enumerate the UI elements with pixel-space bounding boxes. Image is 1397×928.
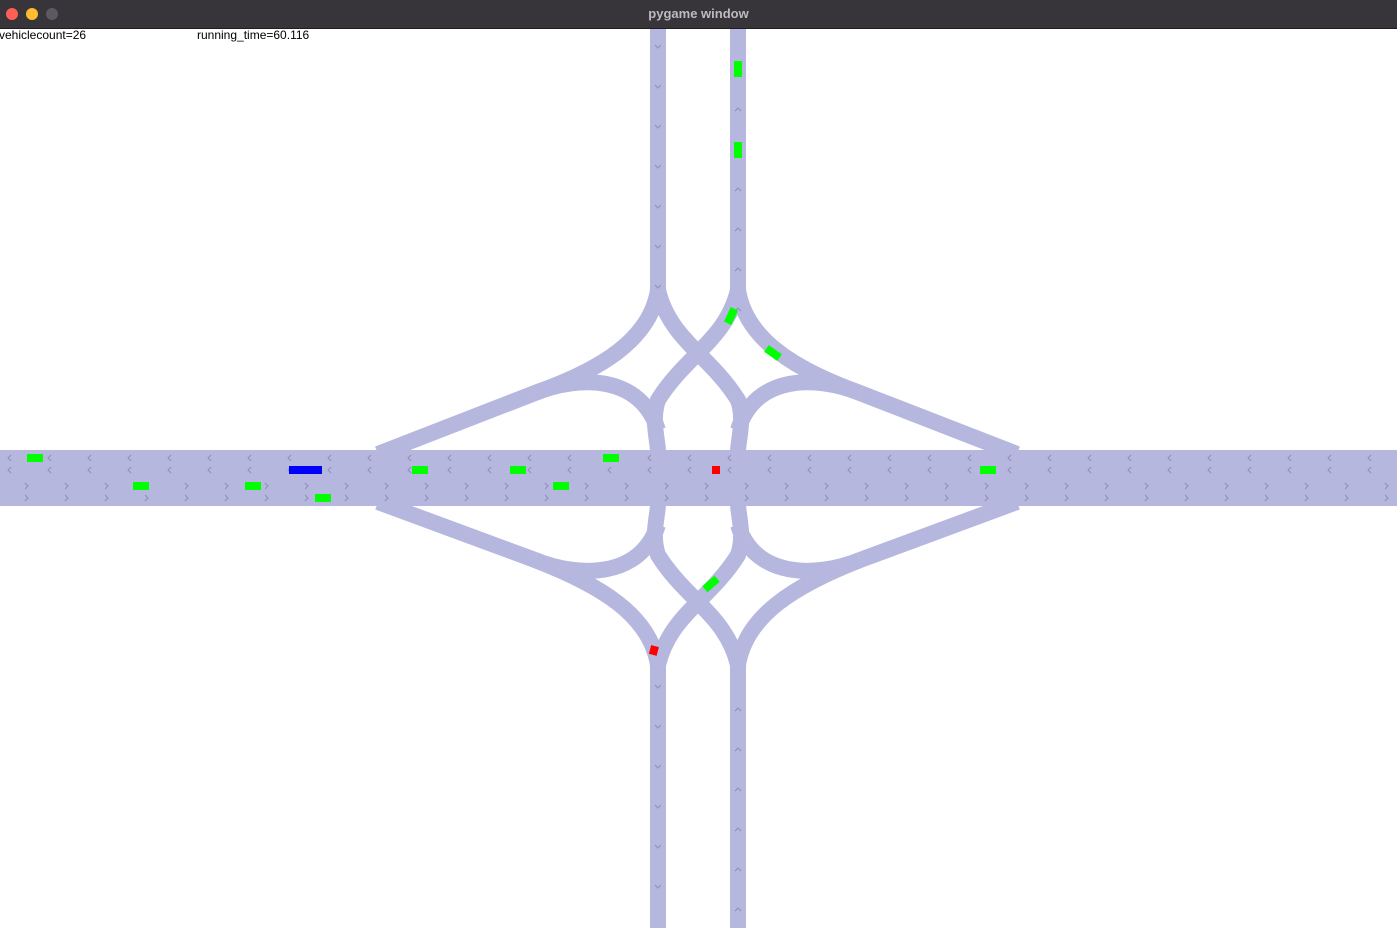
vehicle-bus[interactable] <box>289 466 322 474</box>
title-bar[interactable]: pygame window <box>0 0 1397 29</box>
vehicle-car[interactable] <box>734 61 742 77</box>
app-window: pygame window vehiclecount=26 running_ti… <box>0 0 1397 928</box>
ramp-ne-inner <box>730 374 863 433</box>
simulation-canvas[interactable]: vehiclecount=26 running_time=60.116 <box>0 29 1397 928</box>
ramp-northwest-diagonal <box>375 385 538 462</box>
ramp-southeast-diagonal <box>857 494 1020 568</box>
ramp-se-inner <box>730 522 863 579</box>
interchange-map <box>0 29 1397 928</box>
ramp-sw-inner <box>532 521 666 579</box>
vehicle-car[interactable] <box>553 482 569 490</box>
vehicle-car[interactable] <box>980 466 996 474</box>
vehicle-car[interactable] <box>27 454 43 462</box>
vehicle-stopped[interactable] <box>712 466 720 474</box>
ramp-nw-inner <box>532 374 666 433</box>
running-time-readout: running_time=60.116 <box>197 29 310 42</box>
vehicle-car[interactable] <box>315 494 331 502</box>
ramp-southwest-diagonal <box>375 494 538 568</box>
ramp-northeast-diagonal <box>857 385 1020 462</box>
vehicle-car[interactable] <box>603 454 619 462</box>
vehicle-car[interactable] <box>412 466 428 474</box>
vehicle-car[interactable] <box>133 482 149 490</box>
vehicle-car[interactable] <box>510 466 526 474</box>
road-network <box>0 29 1397 928</box>
vehicle-count-readout: vehiclecount=26 <box>0 29 87 42</box>
vehicle-car[interactable] <box>245 482 261 490</box>
window-title: pygame window <box>648 6 749 21</box>
vehicle-car[interactable] <box>734 142 742 158</box>
